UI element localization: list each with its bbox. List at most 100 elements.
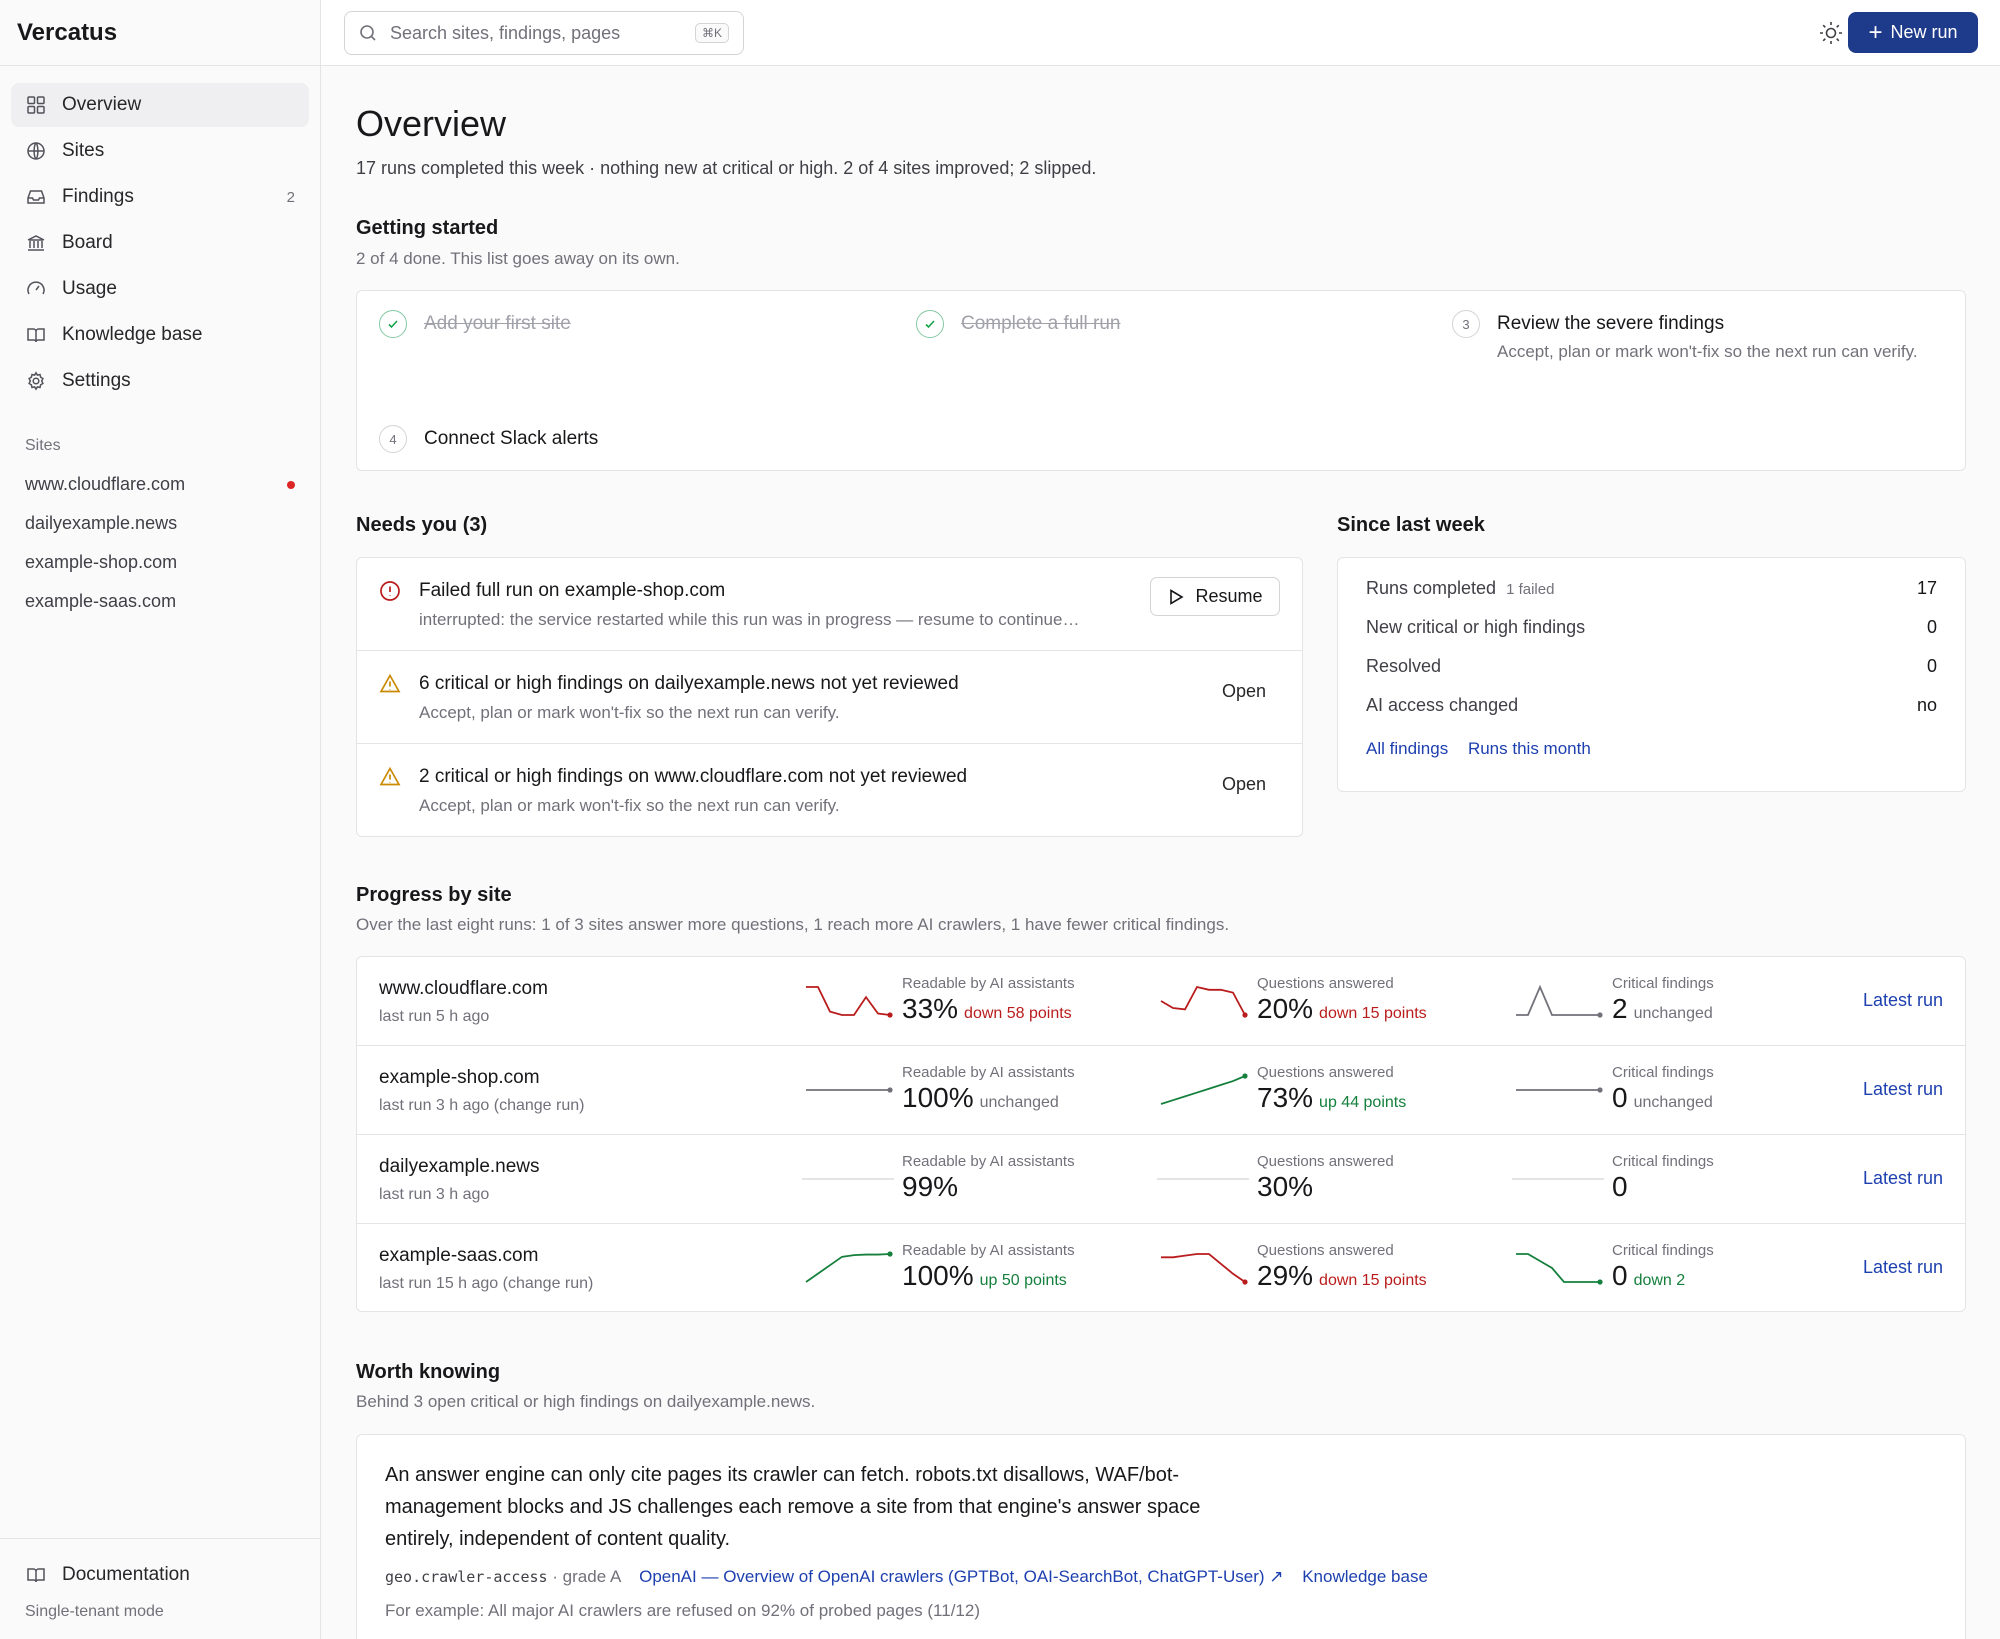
site-last-run: last run 3 h ago (change run) <box>379 1097 585 1114</box>
sidebar-site-example-saas[interactable]: example-saas.com <box>0 582 320 621</box>
step-add-site[interactable]: Add your first site <box>379 310 571 338</box>
metric-change: up 50 points <box>979 1272 1067 1289</box>
sparkline-line <box>1516 1253 1600 1283</box>
sidebar-site-dailyexample[interactable]: dailyexample.news <box>0 504 320 543</box>
site-name: example-saas.com <box>25 591 177 611</box>
page-title: Overview <box>356 103 507 144</box>
metric-label: Readable by AI assistants <box>902 1064 1075 1081</box>
step-slack-alerts[interactable]: 4 Connect Slack alerts <box>379 425 598 453</box>
sparkline-endpoint <box>1242 1073 1248 1079</box>
stat-label: Resolved <box>1366 656 1442 676</box>
since-last-week-title: Since last week <box>1337 514 1485 536</box>
metric-change: unchanged <box>1633 1005 1713 1022</box>
sparkline <box>1516 984 1603 1018</box>
step-description: Accept, plan or mark won't-fix so the ne… <box>1497 342 1918 361</box>
metric-change: unchanged <box>979 1094 1059 1111</box>
runs-this-month-link[interactable]: Runs this month <box>1468 739 1591 758</box>
metric: Critical findings 0 unchanged <box>1612 1064 1714 1114</box>
sparkline <box>1157 1178 1249 1180</box>
worth-knowing-text: An answer engine can only cite pages its… <box>385 1464 1201 1550</box>
nav-item-documentation[interactable]: Documentation <box>11 1553 309 1597</box>
search-input[interactable] <box>390 22 695 44</box>
stat-label: Runs completed <box>1366 578 1497 598</box>
metric-label: Critical findings <box>1612 1153 1714 1170</box>
nav-item-sites[interactable]: Sites <box>11 129 309 173</box>
warning-triangle-icon <box>379 766 401 788</box>
step-review-findings[interactable]: 3 Review the severe findings Accept, pla… <box>1452 310 1927 365</box>
worth-knowing-title: Worth knowing <box>356 1361 501 1383</box>
nav-item-settings[interactable]: Settings <box>11 359 309 403</box>
metric-value-line: 2 unchanged <box>1612 993 1714 1025</box>
nav-label: Sites <box>62 140 105 161</box>
nav-item-overview[interactable]: Overview <box>11 83 309 127</box>
metric-value: 29% <box>1257 1260 1314 1291</box>
nav-item-knowledge-base[interactable]: Knowledge base <box>11 313 309 357</box>
metric-change: up 44 points <box>1319 1094 1407 1111</box>
need-row-dailyexample: 6 critical or high findings on dailyexam… <box>357 651 1302 744</box>
resume-button[interactable]: Resume <box>1150 577 1280 616</box>
step-full-run[interactable]: Complete a full run <box>916 310 1120 338</box>
sidebar-site-example-shop[interactable]: example-shop.com <box>0 543 320 582</box>
latest-run-link[interactable]: Latest run <box>1863 1168 1943 1189</box>
search-icon <box>359 24 377 42</box>
worth-knowing-example: For example: All major AI crawlers are r… <box>385 1601 980 1620</box>
alert-dot-icon <box>287 480 295 489</box>
sparkline <box>1516 1253 1603 1285</box>
stat-value: 0 <box>1926 656 1937 676</box>
open-link[interactable]: Open <box>1222 774 1266 795</box>
progress-row: example-shop.com last run 3 h ago (change… <box>357 1046 1965 1135</box>
site-name: example-shop.com <box>25 552 178 572</box>
metric-value-line: 73% up 44 points <box>1257 1082 1406 1114</box>
nav-item-findings[interactable]: Findings 2 <box>11 175 309 219</box>
metric: Readable by AI assistants 99% <box>902 1153 1075 1203</box>
nav-item-board[interactable]: Board <box>11 221 309 265</box>
sparkline <box>1161 1253 1248 1285</box>
sparkline-endpoint <box>1242 1279 1248 1285</box>
metric-value: 99% <box>902 1171 959 1202</box>
metric: Questions answered 29% down 15 points <box>1257 1242 1427 1292</box>
latest-run-link[interactable]: Latest run <box>1863 990 1943 1011</box>
latest-run-link[interactable]: Latest run <box>1863 1079 1943 1100</box>
metric-label: Critical findings <box>1612 1064 1714 1081</box>
site-last-run: last run 15 h ago (change run) <box>379 1275 594 1292</box>
theme-toggle-sun-icon[interactable] <box>1817 19 1845 47</box>
findings-count-badge: 2 <box>286 188 295 206</box>
sparkline-endpoint <box>887 1012 893 1018</box>
progress-row: example-saas.com last run 15 h ago (chang… <box>357 1224 1965 1313</box>
sidebar: Vercatus Overview Sites Findings 2 Board… <box>0 0 321 1639</box>
worth-knowing-subtitle: Behind 3 open critical or high findings … <box>356 1392 816 1411</box>
sparkline <box>806 1087 893 1093</box>
source-link[interactable]: OpenAI — Overview of OpenAI crawlers (GP… <box>639 1567 1283 1586</box>
metric-label: Critical findings <box>1612 975 1714 992</box>
step-number: 3 <box>1452 310 1480 338</box>
metric: Readable by AI assistants 100% up 50 point… <box>902 1242 1075 1292</box>
getting-started-card: Add your first site Complete a full run … <box>356 290 1966 471</box>
need-description: Accept, plan or mark won't-fix so the ne… <box>419 703 840 722</box>
app-logo[interactable]: Vercatus <box>0 0 320 66</box>
gear-icon <box>25 370 47 392</box>
metric-value-line: 0 <box>1612 1171 1714 1203</box>
sparkline-line <box>1160 1075 1246 1105</box>
metric-value-line: 0 down 2 <box>1612 1260 1714 1292</box>
sidebar-site-cloudflare[interactable]: www.cloudflare.com <box>0 465 320 504</box>
new-run-button[interactable]: + New run <box>1848 12 1978 53</box>
knowledge-base-link[interactable]: Knowledge base <box>1302 1567 1428 1586</box>
sparkline <box>1512 1178 1604 1180</box>
metric: Critical findings 0 down 2 <box>1612 1242 1714 1292</box>
site-name: example-saas.com <box>379 1245 539 1266</box>
nav-item-usage[interactable]: Usage <box>11 267 309 311</box>
sparkline-endpoint <box>1597 1012 1603 1018</box>
metric-value-line: 100% up 50 points <box>902 1260 1075 1292</box>
metric-change: down 15 points <box>1319 1005 1427 1022</box>
metric: Questions answered 30% <box>1257 1153 1394 1203</box>
search-box[interactable]: ⌘K <box>344 11 744 55</box>
open-link[interactable]: Open <box>1222 681 1266 702</box>
sparkline-line <box>805 1253 891 1283</box>
latest-run-link[interactable]: Latest run <box>1863 1257 1943 1278</box>
sparkline-line <box>1160 985 1246 1016</box>
all-findings-link[interactable]: All findings <box>1366 739 1448 758</box>
sparkline-endpoint <box>887 1251 893 1257</box>
metric-value: 0 <box>1612 1260 1628 1291</box>
nav-label: Knowledge base <box>62 324 203 345</box>
metric-value-line: 99% <box>902 1171 1075 1203</box>
